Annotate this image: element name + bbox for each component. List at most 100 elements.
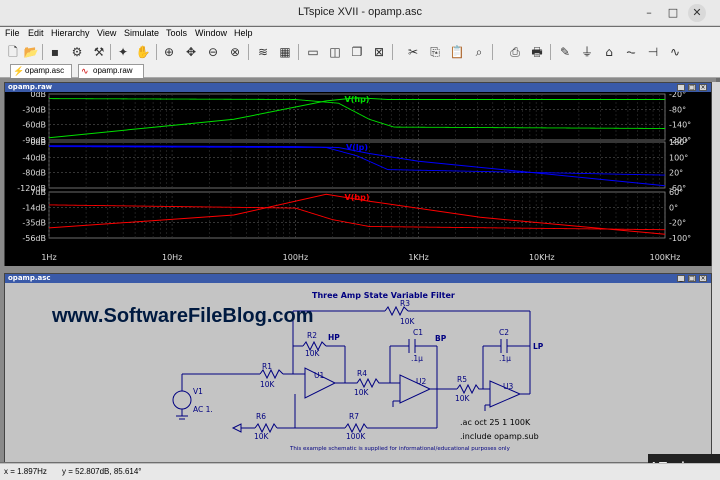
paste-icon[interactable]: 📋: [448, 43, 466, 61]
resistor-r7: [344, 422, 368, 434]
phase-tick-label: -100°: [669, 234, 691, 243]
maximize-icon[interactable]: □: [664, 4, 682, 22]
value-r7: 100K: [346, 432, 366, 441]
close-icon[interactable]: ✕: [688, 4, 706, 22]
label-net-icon[interactable]: ⌂: [600, 43, 618, 61]
draw-wire-icon[interactable]: ✎: [556, 43, 574, 61]
value-r4: 10K: [354, 388, 370, 397]
y-tick-label: 0dB: [30, 92, 46, 99]
menu-tools[interactable]: Tools: [166, 28, 187, 38]
cascade-icon[interactable]: ❐: [348, 43, 366, 61]
phase-tick-label: -20°: [669, 92, 686, 99]
window-restore-button[interactable]: □: [688, 275, 696, 282]
menu-edit[interactable]: Edit: [28, 28, 44, 38]
close-all-icon[interactable]: ⊠: [370, 43, 388, 61]
tab-opamp-asc[interactable]: ⚡ opamp.asc: [10, 64, 72, 78]
label-r2: R2: [307, 331, 317, 340]
window-restore-button[interactable]: □: [688, 84, 696, 91]
ground-icon[interactable]: ⏚: [578, 43, 596, 61]
window-titlebar: LTspice XVII - opamp.asc – □ ✕: [0, 0, 720, 26]
phase-tick-label: -80°: [669, 105, 686, 114]
menu-bar: File Edit Hierarchy View Simulate Tools …: [0, 27, 720, 41]
menu-hierarchy[interactable]: Hierarchy: [51, 28, 90, 38]
tab-opamp-raw[interactable]: ∿ opamp.raw: [78, 64, 144, 78]
value-v1: AC 1.: [193, 405, 213, 414]
pan-icon[interactable]: ✥: [182, 43, 200, 61]
spice-directive-include[interactable]: .include opamp.sub: [460, 432, 539, 441]
schematic-footnote: This example schematic is supplied for i…: [289, 446, 511, 452]
scrollbar-vertical[interactable]: [712, 82, 720, 462]
inductor-icon[interactable]: ∿: [666, 43, 684, 61]
tile-horizontal-icon[interactable]: ▭: [304, 43, 322, 61]
autorange-icon[interactable]: ≋: [254, 43, 272, 61]
window-minimize-button[interactable]: _: [677, 275, 685, 282]
resistor-r3: [384, 305, 409, 317]
copy-icon[interactable]: ⎘: [426, 43, 444, 61]
phase-tick-label: -20°: [669, 219, 686, 228]
tab-label: opamp.asc: [25, 66, 65, 75]
phase-tick-label: 60°: [669, 188, 683, 197]
label-c1: C1: [413, 328, 423, 337]
waveform-window-title: opamp.raw: [5, 83, 711, 92]
document-tabs: ⚡ opamp.asc ∿ opamp.raw: [0, 63, 720, 78]
status-bar: x = 1.897Hz y = 52.807dB, 85.614°: [0, 463, 720, 480]
print-preview-icon[interactable]: ⎙: [506, 43, 524, 61]
menu-file[interactable]: File: [5, 28, 20, 38]
y-tick-label: -80dB: [22, 169, 46, 178]
phase-tick-label: 100°: [669, 153, 688, 162]
cut-icon[interactable]: ✂: [404, 43, 422, 61]
tab-label: opamp.raw: [93, 66, 133, 75]
new-schematic-icon[interactable]: 🗋: [4, 43, 22, 61]
minimize-icon[interactable]: –: [640, 4, 658, 22]
halt-icon[interactable]: ✋: [134, 43, 152, 61]
save-icon[interactable]: ▪: [46, 43, 64, 61]
ground-flag: [231, 423, 242, 433]
window-minimize-button[interactable]: _: [677, 84, 685, 91]
run-icon[interactable]: ✦: [114, 43, 132, 61]
y-tick-label: -56dB: [22, 234, 46, 243]
tile-vertical-icon[interactable]: ◫: [326, 43, 344, 61]
phase-tick-label: 180°: [669, 138, 688, 147]
resistor-r4: [345, 377, 400, 389]
label-r6: R6: [256, 412, 266, 421]
resistor-icon[interactable]: ⏦: [622, 43, 640, 61]
print-icon[interactable]: 🖶: [528, 43, 546, 61]
net-lp: LP: [533, 342, 544, 351]
x-tick-label: 1KHz: [408, 253, 429, 262]
value-r6: 10K: [254, 432, 270, 441]
label-r7: R7: [349, 412, 359, 421]
open-icon[interactable]: 📂: [22, 43, 40, 61]
window-close-button[interactable]: ×: [699, 275, 707, 282]
bode-plot[interactable]: 0dB-30dB-60dB-90dB-20°-80°-140°-200°V(hp…: [5, 90, 711, 266]
zoom-out-icon[interactable]: ⊖: [204, 43, 222, 61]
hammer-icon[interactable]: ⚒: [90, 43, 108, 61]
menu-window[interactable]: Window: [195, 28, 227, 38]
grid-icon[interactable]: ▦: [276, 43, 294, 61]
cursor-x-readout: x = 1.897Hz: [4, 467, 47, 476]
window-close-button[interactable]: ×: [699, 84, 707, 91]
waveform-icon: ∿: [81, 66, 89, 76]
menu-view[interactable]: View: [97, 28, 116, 38]
spice-directive-ac[interactable]: .ac oct 25 1 100K: [460, 418, 531, 427]
value-r3: 10K: [400, 317, 416, 326]
zoom-fit-icon[interactable]: ⊗: [226, 43, 244, 61]
y-tick-label: -30dB: [22, 105, 46, 114]
find-icon[interactable]: ⌕: [470, 43, 488, 61]
zoom-in-icon[interactable]: ⊕: [160, 43, 178, 61]
waveform-plot-area[interactable]: 0dB -30dB -60dB -90dB -20° -80° -140° -200° V(hp…: [5, 90, 711, 266]
menu-simulate[interactable]: Simulate: [124, 28, 159, 38]
label-v1: V1: [193, 387, 203, 396]
value-c2: .1µ: [499, 354, 511, 363]
phase-tick-label: 20°: [669, 169, 683, 178]
resistor-r1: [259, 368, 284, 380]
schematic-icon: ⚡: [13, 66, 25, 76]
schematic-window: opamp.asc _ □ × Three Amp State Variable…: [4, 273, 712, 462]
label-u1: U1: [314, 371, 324, 380]
menu-help[interactable]: Help: [234, 28, 253, 38]
schematic-window-title: opamp.asc: [5, 274, 711, 283]
trace-name-label: V(hp): [345, 95, 370, 104]
x-tick-label: 10KHz: [529, 253, 555, 262]
value-r5: 10K: [455, 394, 471, 403]
settings-icon[interactable]: ⚙: [68, 43, 86, 61]
capacitor-icon[interactable]: ⊣: [644, 43, 662, 61]
